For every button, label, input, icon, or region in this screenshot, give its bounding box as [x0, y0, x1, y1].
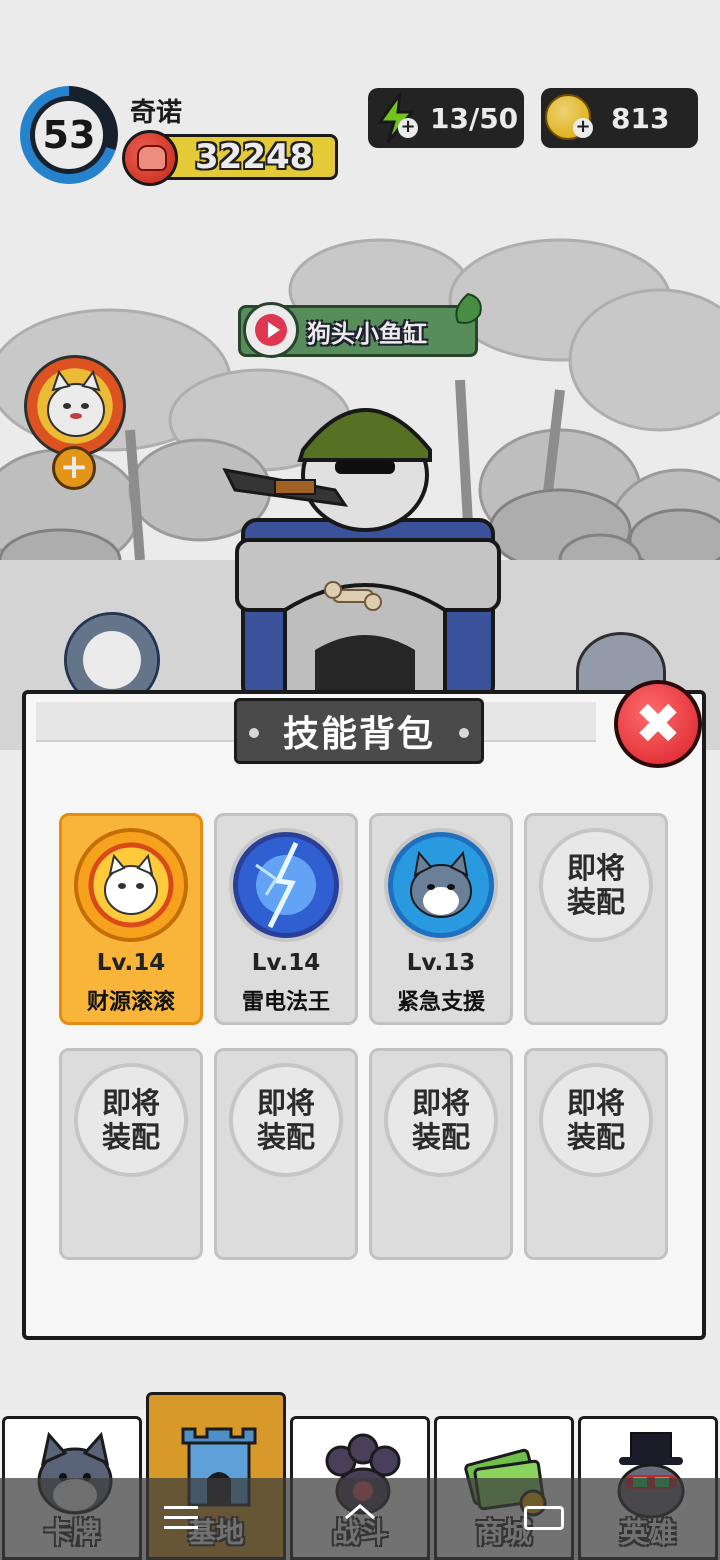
- empty-slot-circle: 即将 装配: [229, 1063, 343, 1177]
- skill-name: 紧急支援: [396, 990, 485, 1015]
- lightning-orb-icon: [229, 828, 343, 942]
- close-button[interactable]: ✖: [614, 680, 702, 768]
- husky-support-icon: [384, 828, 498, 942]
- skill-slot-3[interactable]: Lv.13 紧急支援: [369, 813, 513, 1025]
- skill-name: 雷电法王: [241, 990, 330, 1015]
- skill-level: Lv.14: [96, 950, 166, 976]
- skill-slot-4[interactable]: 即将 装配: [524, 813, 668, 1025]
- empty-slot-circle: 即将 装配: [539, 1063, 653, 1177]
- coming-soon-label: 即将 装配: [256, 1086, 315, 1154]
- skill-name: 财源滚滚: [86, 990, 175, 1015]
- dialog-title: 技能背包: [234, 698, 484, 764]
- home-icon[interactable]: [342, 1502, 378, 1534]
- husky-support-icon: [393, 837, 489, 933]
- back-icon[interactable]: [524, 1506, 564, 1530]
- skill-level: Lv.13: [406, 950, 476, 976]
- skill-slot-7[interactable]: 即将 装配: [369, 1048, 513, 1260]
- lucky-cat-icon: [74, 828, 188, 942]
- empty-slot-circle: 即将 装配: [539, 828, 653, 942]
- empty-slot-circle: 即将 装配: [384, 1063, 498, 1177]
- skill-slot-5[interactable]: 即将 装配: [59, 1048, 203, 1260]
- skill-slot-2[interactable]: Lv.14 雷电法王: [214, 813, 358, 1025]
- system-nav-bar: [0, 1478, 720, 1560]
- close-icon: ✖: [634, 691, 682, 757]
- coming-soon-label: 即将 装配: [411, 1086, 470, 1154]
- skill-slot-8[interactable]: 即将 装配: [524, 1048, 668, 1260]
- coming-soon-label: 即将 装配: [101, 1086, 160, 1154]
- skill-level: Lv.14: [251, 950, 321, 976]
- empty-slot-circle: 即将 装配: [74, 1063, 188, 1177]
- skill-slot-1[interactable]: Lv.14 财源滚滚: [59, 813, 203, 1025]
- menu-icon[interactable]: [164, 1506, 198, 1530]
- lucky-cat-icon: [88, 842, 174, 928]
- coming-soon-label: 即将 装配: [566, 851, 625, 919]
- skill-slot-6[interactable]: 即将 装配: [214, 1048, 358, 1260]
- coming-soon-label: 即将 装配: [566, 1086, 625, 1154]
- lightning-orb-icon: [238, 837, 334, 933]
